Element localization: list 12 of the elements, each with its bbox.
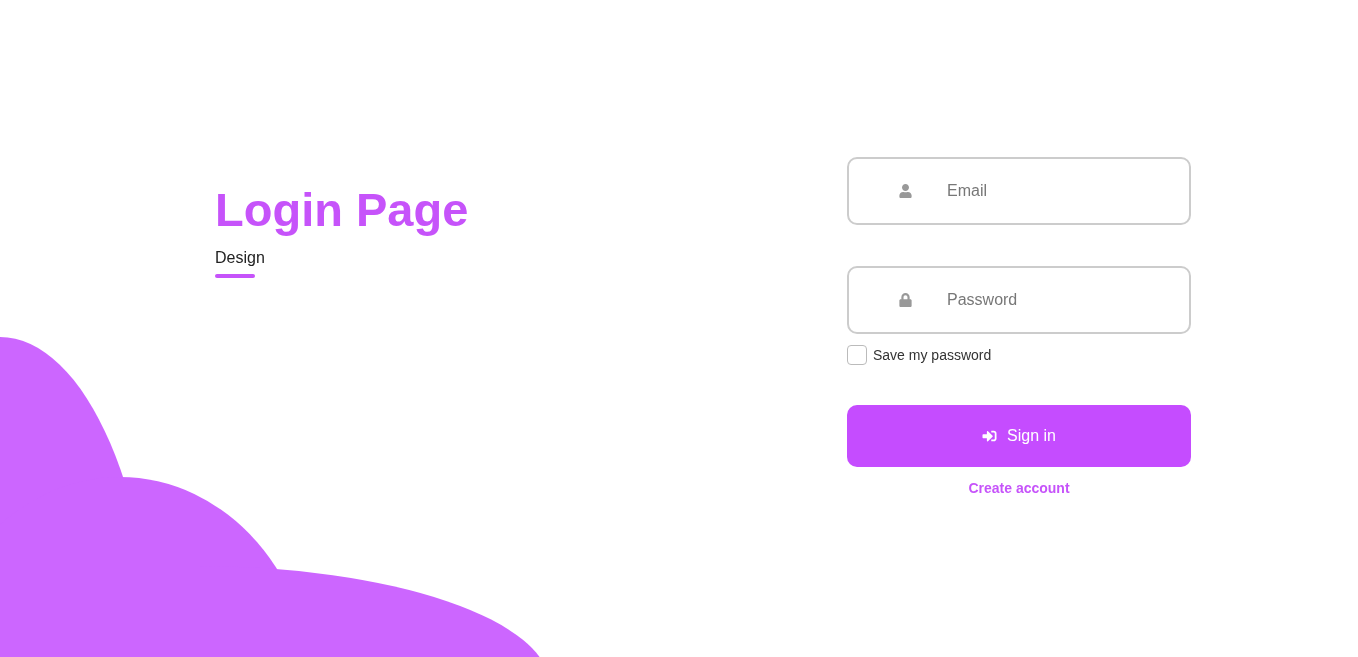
sign-in-button[interactable]: Sign in xyxy=(847,405,1191,467)
checkbox-label: Save my password xyxy=(873,346,992,364)
page-subtitle: Design xyxy=(215,248,265,268)
password-field[interactable]: Password xyxy=(847,266,1191,334)
create-account-link[interactable]: Create account xyxy=(968,479,1070,497)
user-icon xyxy=(899,184,912,198)
lock-icon xyxy=(899,293,912,307)
checkbox[interactable] xyxy=(847,345,867,365)
email-field[interactable]: Email xyxy=(847,157,1191,225)
sign-in-icon xyxy=(982,429,998,443)
underline-bar xyxy=(215,274,255,278)
page-title: Login Page xyxy=(215,184,469,236)
